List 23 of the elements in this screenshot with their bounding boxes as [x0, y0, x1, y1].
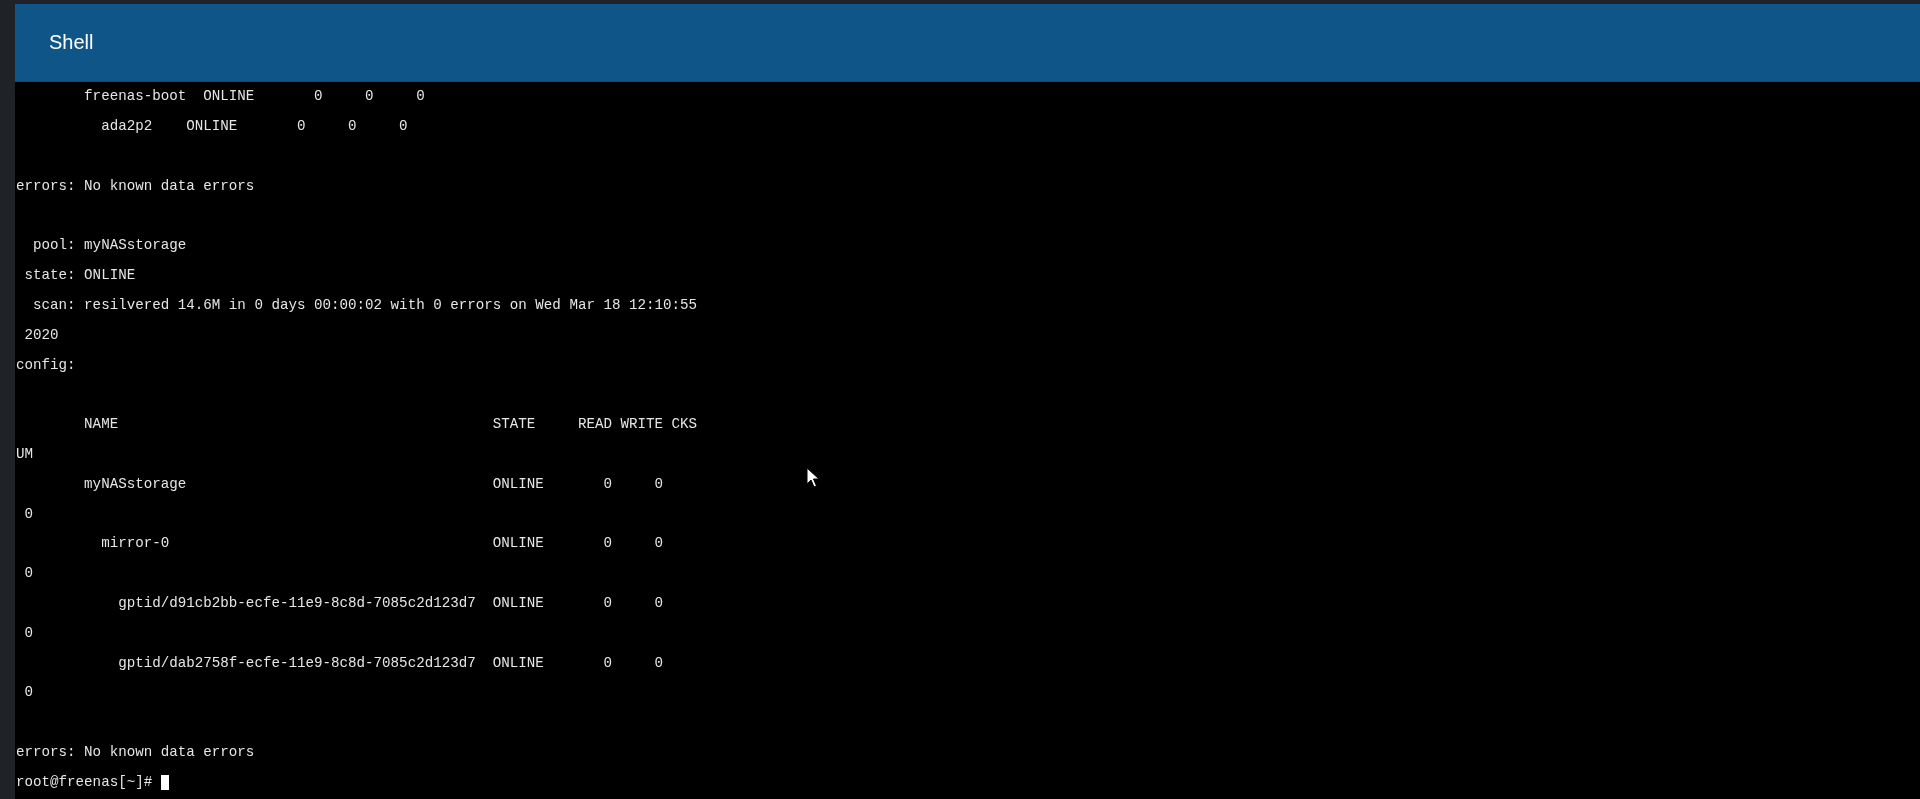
shell-prompt: root@freenas[~]# — [16, 773, 154, 791]
terminal-line: gptid/dab2758f-ecfe-11e9-8c8d-7085c2d123d7 ONLINE 0 0 — [117, 654, 664, 672]
terminal-line: errors: No known data errors — [16, 177, 255, 195]
terminal-line: 0 — [23, 565, 34, 583]
terminal-line: freenas-boot ONLINE 0 0 0 — [83, 88, 425, 106]
terminal-line: errors: No known data errors — [16, 743, 255, 761]
mouse-pointer-icon — [806, 467, 820, 489]
terminal-line: state: ONLINE — [23, 267, 136, 285]
terminal-line: pool: myNASstorage — [32, 237, 187, 255]
terminal-line: 2020 — [23, 326, 59, 344]
terminal-line: 0 — [23, 505, 34, 523]
terminal-line: ada2p2 ONLINE 0 0 0 — [100, 118, 408, 136]
terminal-line: 0 — [23, 684, 34, 702]
terminal-line: gptid/d91cb2bb-ecfe-11e9-8c8d-7085c2d123d7 ONLINE 0 0 — [117, 594, 664, 612]
terminal-line: config: — [16, 356, 76, 374]
terminal-line: UM — [16, 445, 34, 463]
terminal-line: NAME STATE READ WRITE CKS — [83, 416, 698, 434]
page-title: Shell — [49, 31, 94, 54]
terminal-line: 0 — [23, 624, 34, 642]
terminal-line: myNASstorage ONLINE 0 0 — [83, 475, 664, 493]
terminal-panel[interactable] — [15, 82, 1920, 799]
terminal-line: scan: resilvered 14.6M in 0 days 00:00:02 with 0 errors on Wed Mar 18 12:10:55 — [32, 296, 698, 314]
terminal-line: mirror-0 ONLINE 0 0 — [100, 535, 664, 553]
